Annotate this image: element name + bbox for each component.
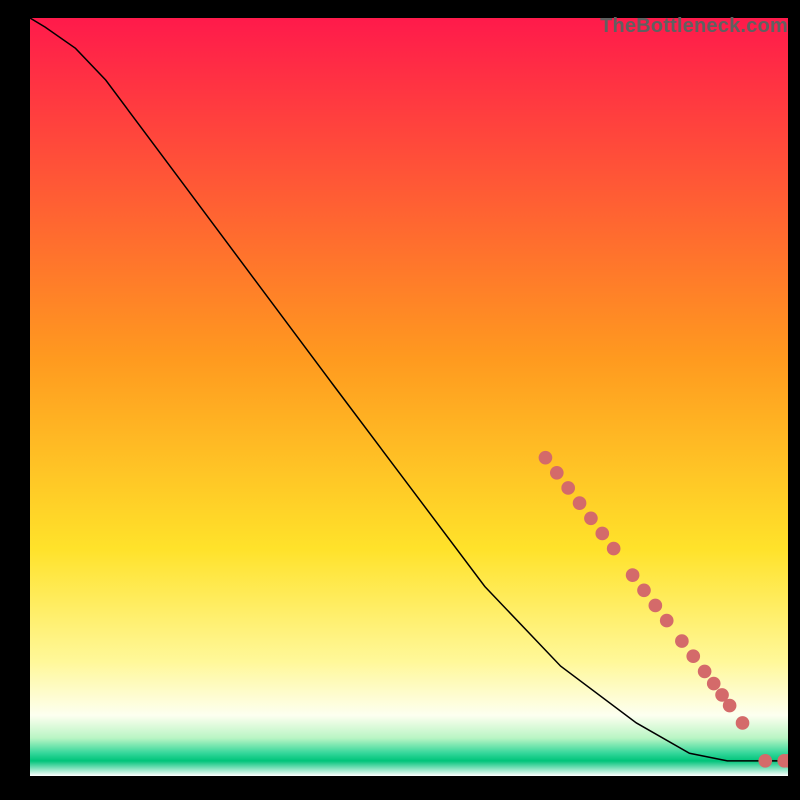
chart-canvas: TheBottleneck.com [30, 18, 788, 776]
highlight-marker [649, 599, 663, 613]
watermark-text: TheBottleneck.com [600, 15, 788, 38]
highlight-marker [550, 466, 564, 480]
highlight-marker [736, 716, 750, 730]
chart-svg [30, 18, 788, 776]
highlight-marker [561, 481, 575, 495]
highlight-marker [607, 542, 621, 556]
highlight-marker [675, 634, 689, 648]
highlight-marker [758, 754, 772, 768]
highlight-marker [595, 527, 609, 541]
highlight-marker [573, 496, 587, 510]
chart-stage: TheBottleneck.com [0, 0, 800, 800]
highlight-marker [539, 451, 553, 465]
highlight-marker [698, 665, 712, 679]
highlight-marker [637, 583, 651, 597]
highlight-marker [626, 568, 640, 582]
highlight-marker [723, 699, 737, 713]
highlight-marker [660, 614, 674, 628]
highlight-marker [686, 649, 700, 663]
highlight-marker [584, 511, 598, 525]
highlight-marker [707, 677, 721, 691]
